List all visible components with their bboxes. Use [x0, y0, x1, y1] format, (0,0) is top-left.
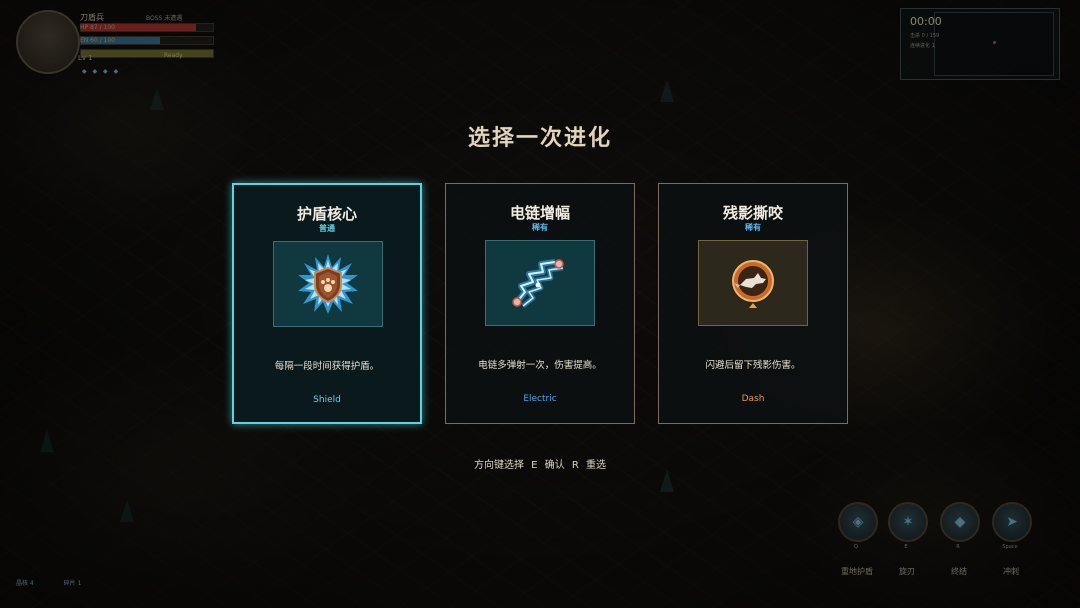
- card-icon-frame: [485, 240, 595, 326]
- card-rarity: 稀有: [745, 223, 761, 232]
- skill-bar: ◈ Q 重地护盾 ✶ E 旋刃 ◆ R 终结 ➤ Space 冲刺: [836, 500, 1066, 588]
- timer-minimap-panel: 00:00 击杀 0 / 159 连续进化 1: [900, 8, 1060, 80]
- card-tag: Dash: [741, 394, 765, 404]
- card-title: 护盾核心: [296, 205, 357, 223]
- skill-key: R: [956, 544, 960, 550]
- resource-counters: 晶核 4 碎片 1: [16, 578, 109, 587]
- energy-text: EN 60 / 100: [80, 37, 116, 44]
- fragment-count: 碎片 1: [63, 580, 82, 587]
- card-description: 电链多弹射一次，伤害提高。: [478, 360, 602, 371]
- card-icon-frame: [273, 241, 383, 327]
- chain-lightning-icon: [512, 259, 564, 308]
- minimap[interactable]: [934, 12, 1054, 76]
- dash-skill-icon[interactable]: ➤: [992, 502, 1032, 542]
- blade-skill-icon[interactable]: ✶: [888, 502, 928, 542]
- card-title: 电链增幅: [509, 204, 570, 222]
- card-tag: Electric: [523, 394, 557, 404]
- evolution-card-shield-core[interactable]: 护盾核心 普通 每隔一段时间获得护盾。 Shield: [232, 183, 422, 424]
- afterimage-wolf-icon: [732, 260, 774, 308]
- ready-text: Ready: [164, 52, 183, 59]
- kill-counter: 击杀 0 / 159: [910, 33, 940, 39]
- card-icon-frame: [698, 240, 808, 326]
- run-timer: 00:00: [910, 15, 942, 28]
- card-description: 闪避后留下残影伤害。: [705, 360, 801, 371]
- skill-name: 终结: [951, 567, 967, 576]
- controls-hint: 方向键选择 E 确认 R 重选: [474, 460, 606, 471]
- core-count: 晶核 4: [16, 580, 34, 587]
- player-name: 刀盾兵: [80, 13, 104, 22]
- player-status-panel: 刀盾兵 BOSS 未遭遇 HP 87 / 100 EN 60 / 100 Lv …: [16, 10, 216, 80]
- minimap-player-marker: [993, 41, 996, 44]
- skill-name: 冲刺: [1003, 567, 1019, 576]
- level-text: Lv 1: [78, 54, 93, 62]
- buff-indicators: ◆ ◆ ◆ ◆: [82, 68, 121, 75]
- boss-status: BOSS 未遭遇: [146, 15, 183, 22]
- evolution-card-afterimage-bite[interactable]: 残影撕咬 稀有 闪避后留下残影伤害。 Dash: [658, 183, 848, 424]
- card-title: 残影撕咬: [722, 204, 783, 222]
- skill-name: 重地护盾: [841, 567, 873, 576]
- skill-key: Q: [854, 544, 858, 550]
- shield-core-icon: [298, 254, 358, 314]
- player-portrait: [16, 10, 80, 74]
- evolution-card-chain-lightning[interactable]: 电链增幅 稀有 电链多弹射一次，伤害提高。 Electric: [445, 183, 635, 424]
- finisher-skill-icon[interactable]: ◆: [940, 502, 980, 542]
- card-rarity: 普通: [319, 224, 335, 233]
- evolution-title: 选择一次进化: [467, 126, 612, 151]
- health-text: HP 87 / 100: [80, 24, 115, 31]
- evolution-counter: 连续进化 1: [910, 43, 935, 49]
- shield-skill-icon[interactable]: ◈: [838, 502, 878, 542]
- skill-key: Space: [1002, 544, 1018, 550]
- skill-charge-bar: [80, 49, 214, 58]
- skill-name: 旋刃: [899, 567, 915, 576]
- card-description: 每隔一段时间获得护盾。: [274, 361, 380, 372]
- card-rarity: 稀有: [532, 223, 548, 232]
- card-tag: Shield: [313, 395, 341, 405]
- skill-key: E: [904, 544, 908, 550]
